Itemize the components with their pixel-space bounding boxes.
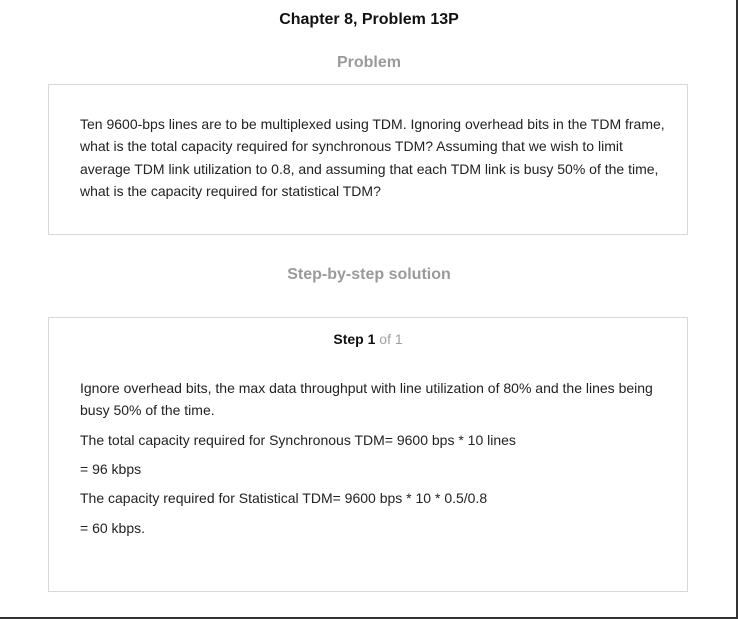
page-title: Chapter 8, Problem 13P xyxy=(279,11,459,28)
solution-line: The capacity required for Statistical TD… xyxy=(80,490,488,506)
step-number: 1 xyxy=(367,331,376,347)
solution-line: = 96 kbps xyxy=(80,461,142,477)
step-header: Step 1 of 1 xyxy=(49,331,687,347)
step-box: Step 1 of 1 Ignore overhead bits, the ma… xyxy=(48,317,688,592)
solution-line: = 60 kbps. xyxy=(80,520,145,536)
step-total: of 1 xyxy=(379,331,403,347)
step-label: Step xyxy=(333,331,364,347)
solution-heading: Step-by-step solution xyxy=(287,266,451,283)
solution-line: The total capacity required for Synchron… xyxy=(80,432,516,448)
problem-heading: Problem xyxy=(336,54,401,71)
problem-box: Ten 9600-bps lines are to be multiplexed… xyxy=(48,84,688,235)
problem-text: Ten 9600-bps lines are to be multiplexed… xyxy=(80,116,665,199)
solution-line: Ignore overhead bits, the max data throu… xyxy=(80,380,653,418)
